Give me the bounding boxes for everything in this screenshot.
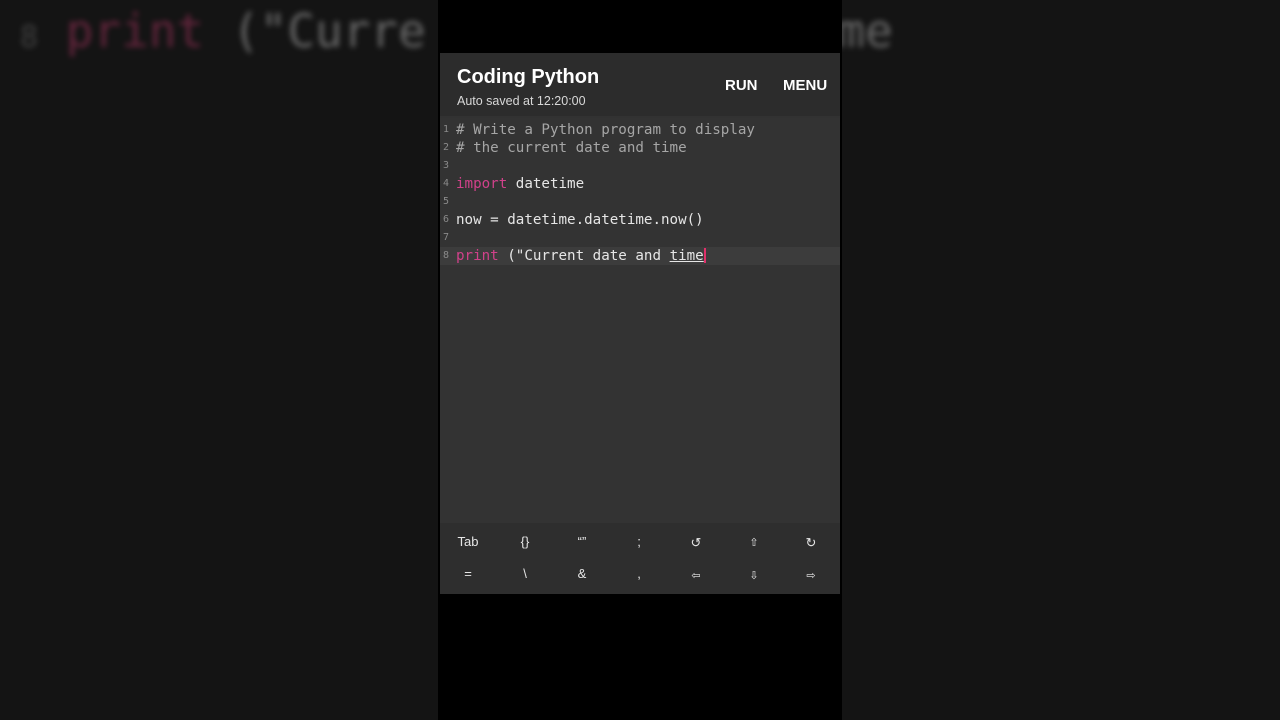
app-bar: Coding Python Auto saved at 12:20:00 RUN…: [440, 53, 840, 116]
code-text: now = datetime.datetime.now(): [456, 212, 704, 228]
blurred-line-number: 8: [20, 20, 39, 55]
blurred-string: ("Curre: [204, 4, 426, 58]
blurred-word: time: [842, 4, 893, 58]
line-number: 7: [443, 232, 450, 243]
code-keyword: import: [456, 176, 508, 192]
line-number: 6: [443, 214, 450, 225]
symbol-keyboard-bar: Tab {} “” ; ↺ ⇧ ↻ = \ & , ⇦ ⇩ ⇨: [440, 523, 840, 594]
app-title: Coding Python: [457, 66, 600, 88]
blurred-code-text-right: time: [842, 4, 893, 58]
autosave-status: Auto saved at 12:20:00: [457, 94, 586, 108]
code-line[interactable]: 3: [440, 157, 840, 175]
equals-key[interactable]: =: [440, 559, 496, 589]
code-text: print ("Current date and time: [456, 247, 706, 265]
ampersand-key[interactable]: &: [554, 559, 610, 589]
code-line[interactable]: 2 # the current date and time: [440, 139, 840, 157]
line-number: 2: [443, 142, 450, 153]
code-keyword: print: [456, 248, 499, 264]
code-identifier: datetime: [507, 176, 585, 192]
code-string: ("Current date and: [498, 248, 670, 264]
semicolon-key[interactable]: ;: [611, 527, 667, 557]
quotes-key[interactable]: “”: [554, 527, 610, 557]
code-line[interactable]: 5: [440, 193, 840, 211]
comma-key[interactable]: ,: [611, 559, 667, 589]
line-number: 4: [443, 178, 450, 189]
backslash-key[interactable]: \: [497, 559, 553, 589]
blurred-background-left: 8 print ("Curre: [0, 0, 438, 720]
code-line[interactable]: 4 import datetime: [440, 175, 840, 193]
text-cursor: [703, 248, 706, 263]
blurred-code-text: 8 print ("Curre: [20, 4, 426, 58]
blurred-background-right: time: [842, 0, 1280, 720]
braces-key[interactable]: {}: [497, 527, 553, 557]
tab-key[interactable]: Tab: [440, 527, 496, 557]
code-editor[interactable]: 1 # Write a Python program to display 2 …: [440, 118, 840, 523]
run-button[interactable]: RUN: [725, 77, 758, 94]
code-line-active[interactable]: 8 print ("Current date and time: [440, 247, 840, 265]
code-line[interactable]: 6 now = datetime.datetime.now(): [440, 211, 840, 229]
code-text: import datetime: [456, 175, 584, 193]
arrow-up-icon[interactable]: ⇧: [726, 528, 782, 558]
line-number: 5: [443, 196, 450, 207]
arrow-down-icon[interactable]: ⇩: [726, 561, 782, 591]
arrow-left-icon[interactable]: ⇦: [668, 561, 724, 591]
code-line[interactable]: 1 # Write a Python program to display: [440, 121, 840, 139]
code-comment: # the current date and time: [456, 140, 687, 156]
arrow-right-icon[interactable]: ⇨: [783, 561, 839, 591]
blurred-keyword: print: [65, 4, 205, 58]
line-number: 1: [443, 124, 450, 135]
code-line[interactable]: 7: [440, 229, 840, 247]
code-composing-word: time: [669, 248, 704, 264]
undo-icon[interactable]: ↺: [668, 528, 724, 558]
redo-icon[interactable]: ↻: [783, 528, 839, 558]
menu-button[interactable]: MENU: [783, 77, 827, 94]
line-number: 3: [443, 160, 450, 171]
line-number: 8: [443, 250, 450, 261]
code-comment: # Write a Python program to display: [456, 122, 755, 138]
app-window: Coding Python Auto saved at 12:20:00 RUN…: [440, 53, 840, 594]
